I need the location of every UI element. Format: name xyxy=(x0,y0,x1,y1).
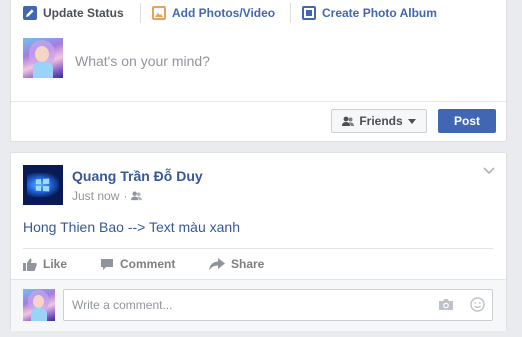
composer-tabs: Update Status Add Photos/Video Create Ph… xyxy=(11,1,506,25)
chevron-down-icon[interactable] xyxy=(483,167,495,175)
tab-add-photos-video[interactable]: Add Photos/Video xyxy=(140,3,290,23)
tab-label: Create Photo Album xyxy=(322,6,437,20)
caret-down-icon xyxy=(407,118,416,124)
thumbs-up-icon xyxy=(23,258,37,271)
comment-input[interactable]: Write a comment... xyxy=(63,289,493,321)
author-avatar[interactable] xyxy=(23,165,63,205)
emoji-icon[interactable] xyxy=(470,297,485,312)
comment-bar: Write a comment... xyxy=(11,279,506,331)
share-button[interactable]: Share xyxy=(209,257,264,271)
audience-label: Friends xyxy=(359,114,403,128)
comment-icon xyxy=(101,258,113,270)
composer-footer: Friends Post xyxy=(11,101,506,143)
author-name[interactable]: Quang Trần Đỗ Duy xyxy=(72,168,203,184)
divider xyxy=(23,248,493,249)
friends-icon xyxy=(342,116,355,126)
tab-label: Update Status xyxy=(43,6,124,20)
feed-post: Quang Trần Đỗ Duy Just now · Hong Thien … xyxy=(10,152,507,331)
like-button[interactable]: Like xyxy=(23,257,100,271)
pencil-icon xyxy=(23,6,37,20)
comment-placeholder: Write a comment... xyxy=(72,298,173,312)
share-icon xyxy=(209,257,225,270)
audience-selector[interactable]: Friends xyxy=(331,109,427,133)
post-meta: Just now · xyxy=(72,189,143,203)
photo-icon xyxy=(152,6,166,20)
post-time[interactable]: Just now xyxy=(72,189,119,203)
tab-label: Add Photos/Video xyxy=(172,6,276,20)
status-composer: Update Status Add Photos/Video Create Ph… xyxy=(10,0,507,142)
share-label: Share xyxy=(231,257,265,271)
status-input[interactable]: What's on your mind? xyxy=(75,53,210,69)
post-text: Hong Thien Bao --> Text màu xanh xyxy=(23,219,240,235)
comment-button[interactable]: Comment xyxy=(100,257,209,271)
comment-label: Comment xyxy=(120,257,176,271)
post-button[interactable]: Post xyxy=(438,109,496,133)
tab-update-status[interactable]: Update Status xyxy=(11,3,140,23)
meta-separator: · xyxy=(123,189,128,203)
post-actions: Like Comment Share xyxy=(23,255,264,273)
album-icon xyxy=(302,6,316,20)
tab-create-photo-album[interactable]: Create Photo Album xyxy=(290,3,437,23)
camera-icon[interactable] xyxy=(438,298,454,311)
like-label: Like xyxy=(43,257,68,271)
avatar[interactable] xyxy=(23,38,63,78)
avatar[interactable] xyxy=(23,289,55,321)
friends-icon[interactable] xyxy=(131,191,143,201)
